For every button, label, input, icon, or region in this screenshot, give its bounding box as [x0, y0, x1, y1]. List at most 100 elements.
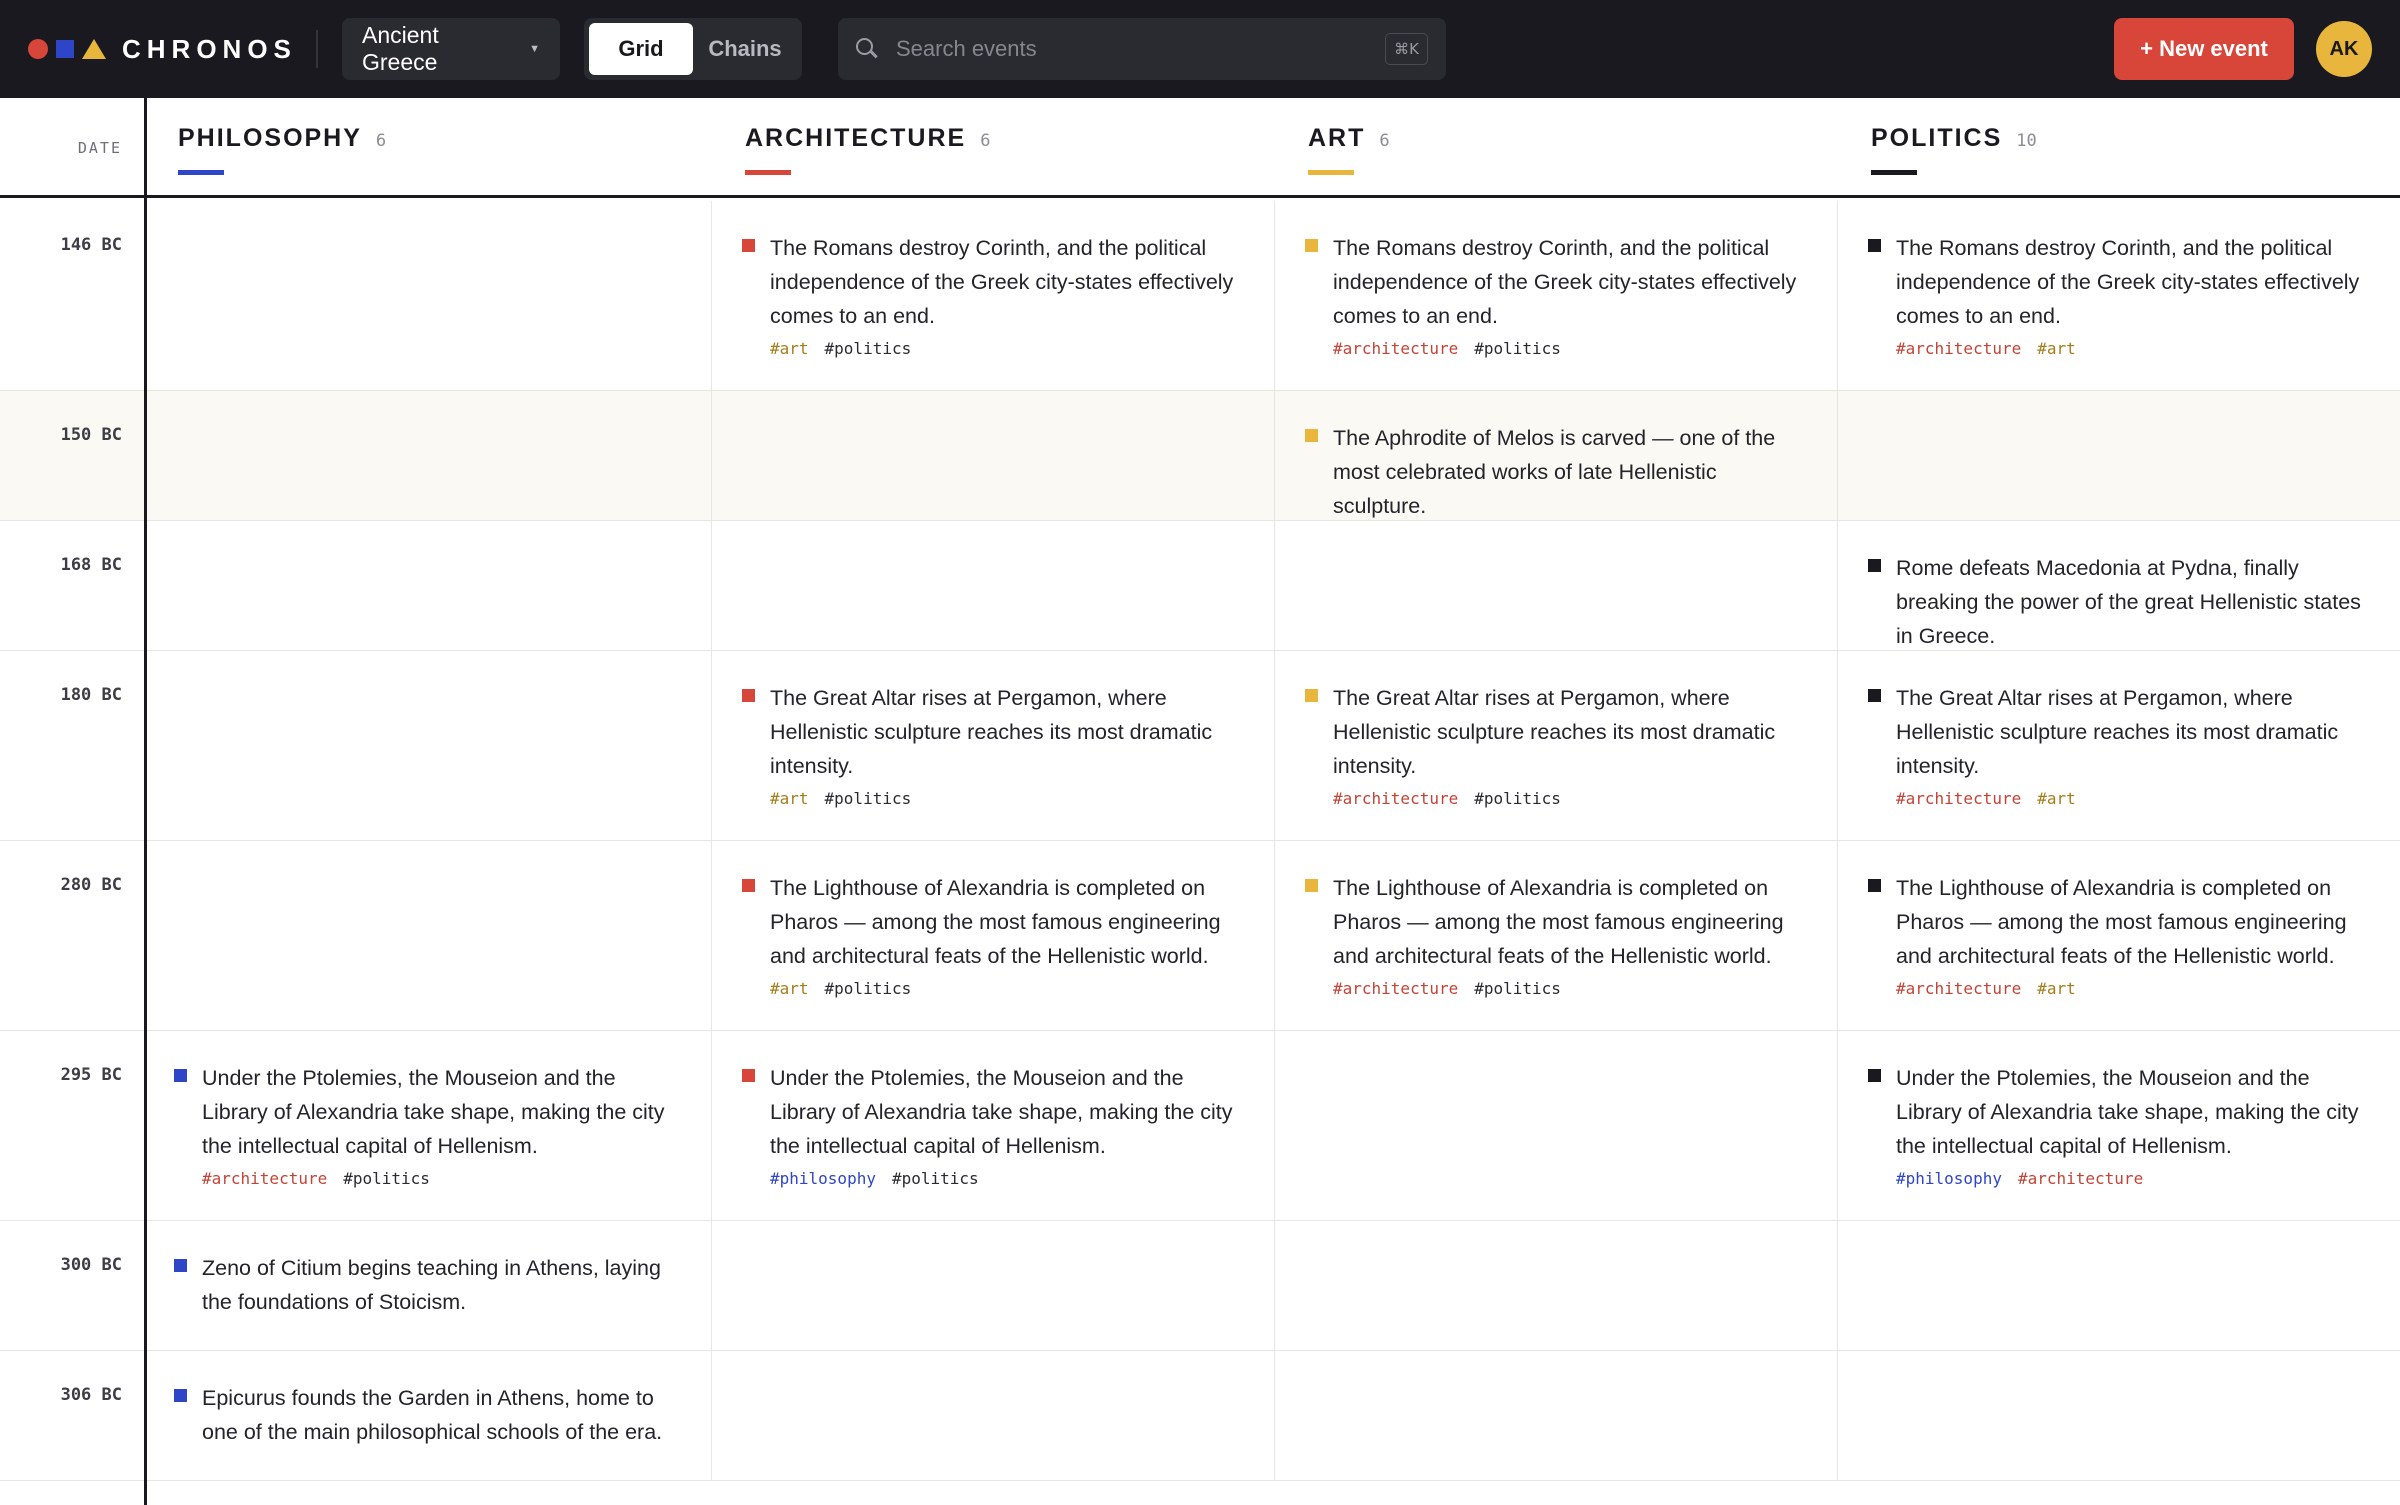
grid-cell-philosophy[interactable]: [144, 841, 711, 1030]
category-marker-icon: [742, 879, 755, 892]
grid-cell-art[interactable]: [1274, 1031, 1837, 1220]
category-marker-icon: [174, 1069, 187, 1082]
tag-architecture[interactable]: #architecture: [1896, 339, 2021, 358]
tag-art[interactable]: #art: [770, 339, 809, 358]
event-card[interactable]: Under the Ptolemies, the Mouseion and th…: [174, 1061, 685, 1188]
tag-politics[interactable]: #politics: [825, 789, 912, 808]
event-tags: #architecture #politics: [202, 1169, 685, 1188]
tag-art[interactable]: #art: [2037, 979, 2076, 998]
tag-politics[interactable]: #politics: [1474, 979, 1561, 998]
event-card[interactable]: Zeno of Citium begins teaching in Athens…: [174, 1251, 685, 1319]
tag-architecture[interactable]: #architecture: [202, 1169, 327, 1188]
tag-architecture[interactable]: #architecture: [1333, 339, 1458, 358]
tag-art[interactable]: #art: [770, 979, 809, 998]
grid-cell-art[interactable]: The Aphrodite of Melos is carved — one o…: [1274, 391, 1837, 520]
timeline-grid: DATE PHILOSOPHY 6 ARCHITECTURE 6 ART 6 POLITIC…: [0, 98, 2400, 1505]
tag-architecture[interactable]: #architecture: [1896, 789, 2021, 808]
app-logo[interactable]: CHRONOS: [28, 0, 297, 98]
event-card[interactable]: Under the Ptolemies, the Mouseion and th…: [1868, 1061, 2374, 1188]
grid-cell-politics[interactable]: Rome defeats Macedonia at Pydna, finally…: [1837, 521, 2400, 650]
date-column-header: DATE: [77, 139, 122, 157]
grid-cell-politics[interactable]: Under the Ptolemies, the Mouseion and th…: [1837, 1031, 2400, 1220]
grid-cell-politics[interactable]: The Romans destroy Corinth, and the poli…: [1837, 201, 2400, 390]
column-header-philosophy[interactable]: PHILOSOPHY 6: [144, 98, 711, 198]
event-card[interactable]: The Romans destroy Corinth, and the poli…: [1305, 231, 1811, 358]
column-header-architecture[interactable]: ARCHITECTURE 6: [711, 98, 1274, 198]
grid-cell-philosophy[interactable]: Under the Ptolemies, the Mouseion and th…: [144, 1031, 711, 1220]
grid-cell-art[interactable]: The Romans destroy Corinth, and the poli…: [1274, 201, 1837, 390]
grid-cell-politics[interactable]: The Lighthouse of Alexandria is complete…: [1837, 841, 2400, 1030]
new-event-button[interactable]: + New event: [2114, 18, 2294, 80]
grid-cell-politics[interactable]: [1837, 1221, 2400, 1350]
view-chains-button[interactable]: Chains: [693, 23, 797, 75]
event-card[interactable]: The Lighthouse of Alexandria is complete…: [742, 871, 1248, 998]
event-card[interactable]: The Lighthouse of Alexandria is complete…: [1868, 871, 2374, 998]
grid-cell-philosophy[interactable]: Epicurus founds the Garden in Athens, ho…: [144, 1351, 711, 1480]
event-card[interactable]: The Romans destroy Corinth, and the poli…: [1868, 231, 2374, 358]
event-card[interactable]: The Romans destroy Corinth, and the poli…: [742, 231, 1248, 358]
event-card[interactable]: Under the Ptolemies, the Mouseion and th…: [742, 1061, 1248, 1188]
toolbar-divider: [316, 30, 318, 68]
event-text: The Romans destroy Corinth, and the poli…: [1896, 236, 2360, 328]
tag-art[interactable]: #art: [770, 789, 809, 808]
tag-politics[interactable]: #politics: [1474, 789, 1561, 808]
grid-cell-philosophy[interactable]: [144, 201, 711, 390]
grid-cell-politics[interactable]: [1837, 1351, 2400, 1480]
tag-architecture[interactable]: #architecture: [1333, 979, 1458, 998]
user-avatar[interactable]: AK: [2316, 21, 2372, 77]
tag-politics[interactable]: #politics: [1474, 339, 1561, 358]
tag-architecture[interactable]: #architecture: [1333, 789, 1458, 808]
category-marker-icon: [1305, 689, 1318, 702]
grid-cell-politics[interactable]: [1837, 391, 2400, 520]
grid-cell-art[interactable]: [1274, 1221, 1837, 1350]
search-input[interactable]: [896, 36, 1386, 62]
view-grid-button[interactable]: Grid: [589, 23, 693, 75]
event-card[interactable]: Rome defeats Macedonia at Pydna, finally…: [1868, 551, 2374, 653]
grid-cell-philosophy[interactable]: [144, 521, 711, 650]
grid-cell-architecture[interactable]: Under the Ptolemies, the Mouseion and th…: [711, 1031, 1274, 1220]
tag-politics[interactable]: #politics: [343, 1169, 430, 1188]
category-marker-icon: [174, 1389, 187, 1402]
tag-art[interactable]: #art: [2037, 789, 2076, 808]
tag-architecture[interactable]: #architecture: [2018, 1169, 2143, 1188]
tag-politics[interactable]: #politics: [825, 339, 912, 358]
table-row: 300 BC Zeno of Citium begins teaching in …: [0, 1221, 2400, 1351]
top-bar: CHRONOS Ancient Greece ▼ Grid Chains ⌘K …: [0, 0, 2400, 98]
caret-down-icon: ▼: [529, 43, 540, 55]
event-card[interactable]: Epicurus founds the Garden in Athens, ho…: [174, 1381, 685, 1449]
grid-cell-politics[interactable]: The Great Altar rises at Pergamon, where…: [1837, 651, 2400, 840]
tag-politics[interactable]: #politics: [825, 979, 912, 998]
tag-art[interactable]: #art: [2037, 339, 2076, 358]
grid-cell-art[interactable]: [1274, 521, 1837, 650]
column-count: 6: [1379, 131, 1390, 151]
tag-philosophy[interactable]: #philosophy: [1896, 1169, 2002, 1188]
event-card[interactable]: The Lighthouse of Alexandria is complete…: [1305, 871, 1811, 998]
event-card[interactable]: The Aphrodite of Melos is carved — one o…: [1305, 421, 1811, 523]
grid-cell-architecture[interactable]: The Great Altar rises at Pergamon, where…: [711, 651, 1274, 840]
search-shortcut-badge: ⌘K: [1385, 33, 1428, 65]
tag-philosophy[interactable]: #philosophy: [770, 1169, 876, 1188]
grid-cell-architecture[interactable]: [711, 1351, 1274, 1480]
tag-politics[interactable]: #politics: [892, 1169, 979, 1188]
event-text: The Great Altar rises at Pergamon, where…: [770, 686, 1213, 778]
tag-architecture[interactable]: #architecture: [1896, 979, 2021, 998]
grid-cell-architecture[interactable]: [711, 521, 1274, 650]
grid-cell-philosophy[interactable]: [144, 391, 711, 520]
grid-cell-art[interactable]: The Lighthouse of Alexandria is complete…: [1274, 841, 1837, 1030]
event-card[interactable]: The Great Altar rises at Pergamon, where…: [742, 681, 1248, 808]
column-header-art[interactable]: ART 6: [1274, 98, 1837, 198]
column-header-politics[interactable]: POLITICS 10: [1837, 98, 2400, 198]
project-selector[interactable]: Ancient Greece ▼: [342, 18, 560, 80]
grid-cell-architecture[interactable]: The Lighthouse of Alexandria is complete…: [711, 841, 1274, 1030]
grid-cell-art[interactable]: The Great Altar rises at Pergamon, where…: [1274, 651, 1837, 840]
event-text: Rome defeats Macedonia at Pydna, finally…: [1896, 556, 2361, 648]
grid-cell-architecture[interactable]: The Romans destroy Corinth, and the poli…: [711, 201, 1274, 390]
event-card[interactable]: The Great Altar rises at Pergamon, where…: [1868, 681, 2374, 808]
grid-cell-art[interactable]: [1274, 1351, 1837, 1480]
row-date: 146 BC: [60, 235, 122, 255]
grid-cell-architecture[interactable]: [711, 391, 1274, 520]
grid-cell-philosophy[interactable]: Zeno of Citium begins teaching in Athens…: [144, 1221, 711, 1350]
grid-cell-architecture[interactable]: [711, 1221, 1274, 1350]
grid-cell-philosophy[interactable]: [144, 651, 711, 840]
event-card[interactable]: The Great Altar rises at Pergamon, where…: [1305, 681, 1811, 808]
